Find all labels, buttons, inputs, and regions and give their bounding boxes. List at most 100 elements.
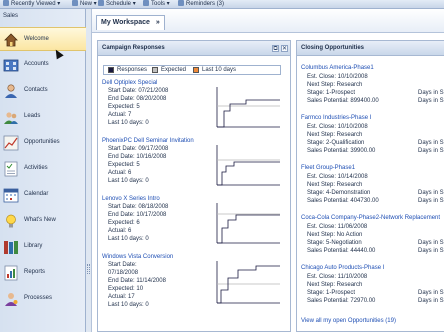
sidebar-item-label: Welcome: [24, 36, 49, 42]
opportunity-next-step: Next Step: Research: [307, 282, 363, 288]
close-icon[interactable]: ✕: [281, 45, 288, 52]
opportunity-sales-potential: Sales Potential: 39900.00: [307, 148, 376, 154]
opportunity-days-in-stage: Days in S: [418, 140, 444, 146]
campaign-sparkline: [216, 203, 280, 244]
restore-icon[interactable]: ⧉: [272, 45, 279, 52]
opportunity-days-in-stage: Days in S: [418, 98, 444, 104]
campaign-link[interactable]: Lenovo X Series Intro: [102, 196, 160, 202]
campaign-end-date: End Date: 08/20/2008: [108, 96, 167, 102]
campaign-actual: Actual: 17: [108, 294, 135, 300]
sidebar-item-leads[interactable]: Leads: [0, 105, 86, 129]
closing-opportunities-panel: Closing Opportunities Columbus America-P…: [296, 40, 444, 332]
campaign-start-date: Start Date: 07/21/2008: [108, 88, 169, 94]
house-icon: [4, 33, 18, 47]
sidebar-item-welcome[interactable]: Welcome: [0, 27, 86, 51]
reminders-icon: [178, 0, 184, 7]
opportunity-stage: Stage: 1-Prospect: [307, 90, 356, 96]
tools-menu[interactable]: Tools ▾: [143, 0, 170, 8]
library-icon: [4, 241, 18, 254]
opportunity-next-step: Next Step: Research: [307, 82, 363, 88]
opportunity-sales-potential: Sales Potential: 404730.00: [307, 198, 379, 204]
sidebar-item-reports[interactable]: Reports: [0, 261, 86, 285]
sidebar-item-label: Accounts: [24, 61, 49, 67]
opportunity-est-close: Est. Close: 11/10/2008: [307, 274, 368, 280]
campaign-start-date-value: 07/18/2008: [108, 270, 139, 276]
tab-my-workspace[interactable]: My Workspace »: [96, 15, 165, 30]
view-all-count: (19): [385, 318, 396, 324]
new-menu[interactable]: New ▾: [72, 0, 97, 8]
campaign-end-date: End Date: 10/17/2008: [108, 212, 167, 218]
accounts-icon: [3, 59, 19, 72]
schedule-icon: [98, 0, 104, 7]
opportunity-link[interactable]: Coca-Cola Company-Phase2-Network Replace…: [301, 215, 440, 221]
opportunity-next-step: Next Step: Research: [307, 132, 363, 138]
legend-label-last10: Last 10 days: [202, 67, 237, 73]
opportunity-days-in-stage: Days in S: [418, 248, 444, 254]
legend-swatch-responses: [108, 67, 114, 73]
opportunity-next-step: Next Step: Research: [307, 182, 363, 188]
opportunity-est-close: Est. Close: 10/10/2008: [307, 74, 368, 80]
campaign-start-date: Start Date:: [108, 262, 137, 268]
sidebar-item-accounts[interactable]: Accounts: [0, 53, 86, 77]
tools-icon: [143, 0, 149, 7]
opportunity-days-in-stage: Days in S: [418, 298, 444, 304]
legend-label-responses: Responses: [117, 67, 148, 73]
sidebar-item-label: Reports: [24, 269, 46, 275]
opportunity-item: Coca-Cola Company-Phase2-Network Replace…: [301, 215, 444, 263]
opportunity-link[interactable]: Columbus America-Phase1: [301, 65, 374, 71]
campaign-start-date: Start Date: 08/18/2008: [108, 204, 169, 210]
sidebar-item-whats-new[interactable]: What's New: [0, 209, 86, 233]
opportunity-link[interactable]: Chicago Auto Products-Phase I: [301, 265, 384, 271]
opportunity-stage: Stage: 2-Qualification: [307, 140, 365, 146]
campaign-link[interactable]: Dell Optiplex Special: [102, 80, 157, 86]
tab-label: My Workspace: [101, 19, 150, 26]
opportunity-days-in-stage: Days in S: [418, 90, 444, 96]
legend-label-expected: Expected: [161, 67, 187, 73]
sidebar-item-label: Library: [24, 243, 43, 249]
campaign-link[interactable]: Windows Vista Conversion: [102, 254, 173, 260]
opportunity-days-in-stage: Days in S: [418, 290, 444, 296]
opportunity-link[interactable]: Fleet Group-Phase1: [301, 165, 355, 171]
opportunity-sales-potential: Sales Potential: 44440.00: [307, 248, 376, 254]
main-toolbar: Recently Viewed ▾ New ▾ Schedule ▾ Tools…: [0, 0, 444, 9]
campaign-expected: Expected: 5: [108, 162, 140, 168]
sidebar-item-label: Opportunities: [24, 139, 60, 145]
splitter-grip-icon[interactable]: [87, 264, 90, 274]
sidebar-item-label: What's New: [24, 217, 56, 223]
sidebar-item-processes[interactable]: Processes: [0, 287, 86, 311]
campaign-end-date: End Date: 10/16/2008: [108, 154, 167, 160]
opportunity-sales-potential: Sales Potential: 72970.00: [307, 298, 376, 304]
new-icon: [72, 0, 78, 7]
navigation-sidebar: Sales Welcome Accounts Contacts Leads Op…: [0, 9, 86, 332]
opportunity-link[interactable]: Farmco Industries-Phase I: [301, 115, 371, 121]
lightbulb-icon: [6, 214, 16, 228]
opportunity-item: Fleet Group-Phase1 Est. Close: 10/14/200…: [301, 165, 444, 213]
chart-legend: Responses Expected Last 10 days: [103, 65, 281, 75]
sidebar-item-library[interactable]: Library: [0, 235, 86, 259]
campaign-responses-panel: Campaign Responses ⧉ ✕ Responses Expecte…: [97, 40, 291, 332]
legend-swatch-last10: [193, 67, 199, 73]
campaign-actual: Actual: 6: [108, 170, 132, 176]
sidebar-item-label: Leads: [24, 113, 41, 119]
view-all-opportunities-link[interactable]: View all my open Opportunities (19): [301, 318, 396, 324]
chevron-right-icon[interactable]: »: [156, 19, 160, 26]
campaign-item: Dell Optiplex Special Start Date: 07/21/…: [102, 80, 288, 136]
sidebar-splitter[interactable]: [86, 9, 92, 332]
opportunity-stage: Stage: 1-Prospect: [307, 290, 356, 296]
sidebar-item-activities[interactable]: Activities: [0, 157, 86, 181]
sidebar-item-opportunities[interactable]: Opportunities: [0, 131, 86, 155]
recently-viewed-menu[interactable]: Recently Viewed ▾: [3, 0, 60, 8]
processes-icon: [5, 293, 18, 306]
campaign-end-date: End Date: 11/14/2008: [108, 278, 166, 284]
leads-icon: [4, 112, 18, 124]
sidebar-item-contacts[interactable]: Contacts: [0, 79, 86, 103]
sidebar-item-calendar[interactable]: Calendar: [0, 183, 86, 207]
opportunity-est-close: Est. Close: 10/14/2008: [307, 174, 368, 180]
activities-icon: [4, 161, 18, 177]
reminders-button[interactable]: Reminders (3): [178, 0, 224, 8]
sidebar-item-label: Contacts: [24, 87, 48, 93]
workspace-header: My Workspace »: [92, 9, 444, 33]
campaign-link[interactable]: PhoenixPC Dell Seminar Invitation: [102, 138, 194, 144]
schedule-menu[interactable]: Schedule ▾: [98, 0, 136, 8]
campaign-last10: Last 10 days: 0: [108, 302, 149, 308]
